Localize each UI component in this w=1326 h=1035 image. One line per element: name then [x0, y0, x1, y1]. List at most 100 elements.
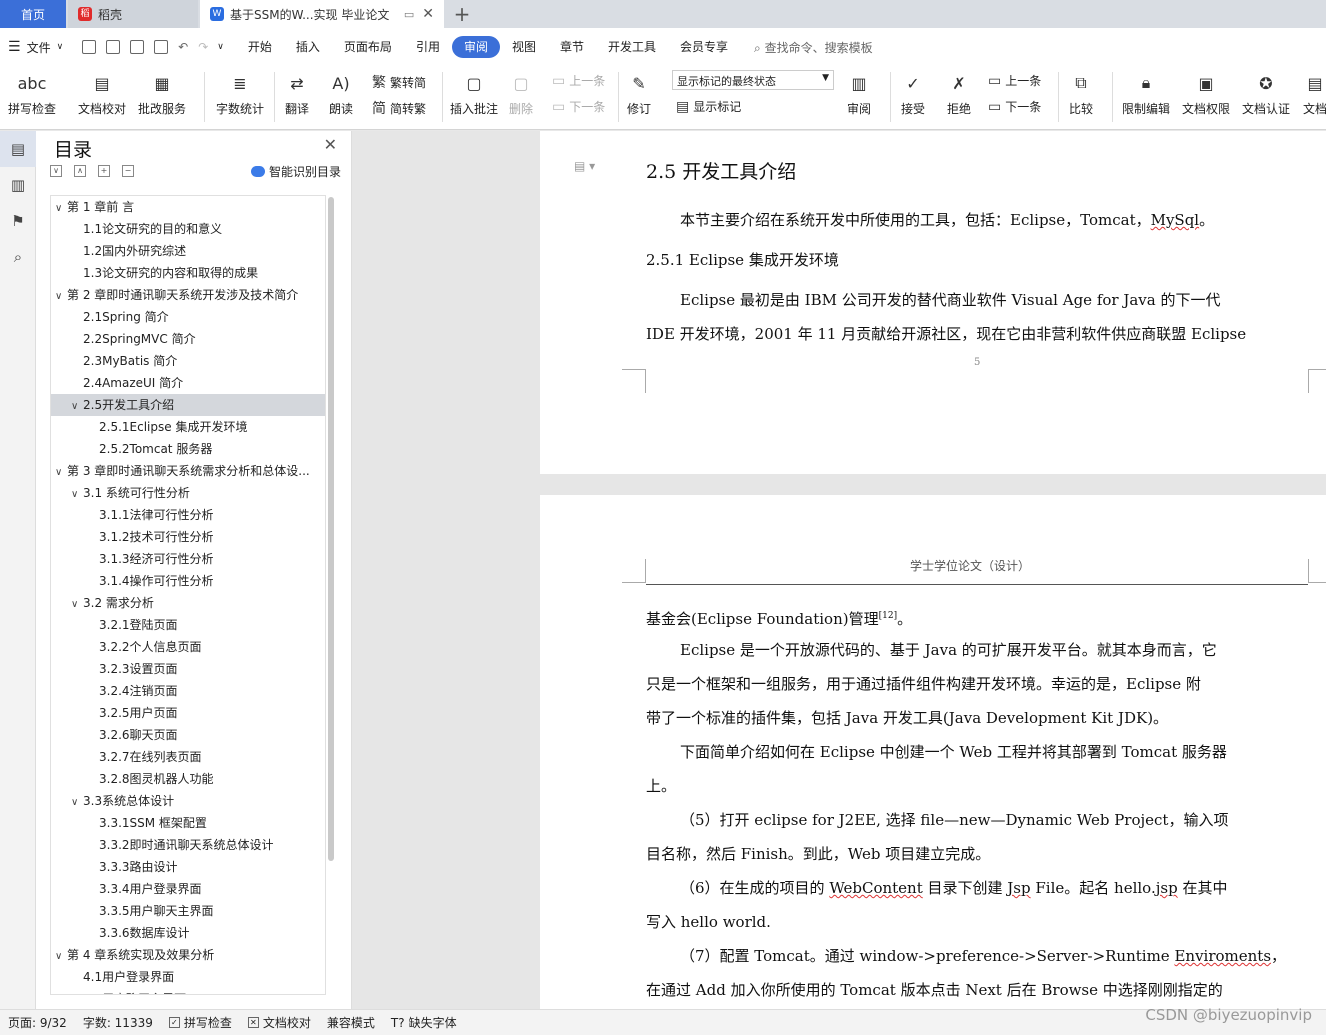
document-page[interactable]: 学士学位论文（设计） 基金会(Eclipse Foundation)管理[12]… — [540, 495, 1326, 1009]
menu-review[interactable]: 审阅 — [451, 36, 500, 58]
chevron-down-icon[interactable]: ∨ — [71, 594, 83, 614]
chevron-down-icon[interactable]: ∨ — [55, 198, 67, 218]
close-icon[interactable]: ✕ — [324, 135, 337, 154]
toc-item[interactable]: 2.4AmazeUI 简介 — [51, 372, 325, 394]
toc-scrollbar[interactable] — [328, 197, 334, 861]
document-page[interactable]: ▤ ▾ 2.5 开发工具介绍 本节主要介绍在系统开发中所使用的工具，包括：Ecl… — [540, 131, 1326, 474]
toc-item[interactable]: 3.2.2个人信息页面 — [51, 636, 325, 658]
restrict-edit-button[interactable]: 🔒︎ 限制编辑 — [1122, 70, 1170, 117]
redo-icon[interactable]: ↷ — [198, 40, 208, 54]
toc-item[interactable]: 3.1.4操作可行性分析 — [51, 570, 325, 592]
chevron-down-icon[interactable]: ∨ — [71, 990, 83, 994]
toc-item[interactable]: 1.3论文研究的内容和取得的成果 — [51, 262, 325, 284]
status-spell-check[interactable]: ✓ 拼写检查 — [161, 1014, 240, 1031]
word-count-indicator[interactable]: 字数: 11339 — [75, 1014, 161, 1031]
doc-permission-button[interactable]: ▣ 文档权限 — [1182, 70, 1230, 117]
translate-button[interactable]: ⇄ 翻译 — [284, 70, 310, 117]
doc-more-button[interactable]: ▤ 文档 — [1302, 70, 1326, 117]
delete-comment-button[interactable]: ▢ 删除 — [508, 70, 534, 117]
toc-item[interactable]: ∨ 3.3系统总体设计 — [51, 790, 325, 812]
tab-home[interactable]: 首页 — [0, 0, 66, 28]
menu-layout[interactable]: 页面布局 — [332, 36, 404, 58]
toc-item[interactable]: ∨ 第 1 章前 言 — [51, 196, 325, 218]
review-pane-button[interactable]: ▥ 审阅 — [846, 70, 872, 117]
print-icon[interactable] — [130, 40, 145, 54]
markup-state-select[interactable]: 显示标记的最终状态 ▼ — [672, 70, 834, 90]
status-doc-proof[interactable]: ✕ 文档校对 — [240, 1014, 319, 1031]
remove-heading-icon[interactable]: − — [122, 165, 134, 177]
compare-button[interactable]: ⧉ 比较 — [1068, 70, 1094, 117]
hamburger-icon[interactable]: ☰ — [8, 39, 21, 55]
toc-item[interactable]: 1.1论文研究的目的和意义 — [51, 218, 325, 240]
export-icon[interactable] — [106, 40, 121, 54]
missing-font[interactable]: T? 缺失字体 — [383, 1014, 465, 1031]
simp-to-trad-button[interactable]: 简简转繁 — [372, 98, 426, 118]
toc-item[interactable]: 4.1用户登录界面 — [51, 966, 325, 988]
quick-access-dropdown-icon[interactable]: ∨ — [217, 42, 224, 52]
toc-item[interactable]: 2.5.2Tomcat 服务器 — [51, 438, 325, 460]
tab-document[interactable]: W 基于SSM的W...实现 毕业论文 ▭ ✕ — [200, 0, 444, 28]
nav-pane-icon[interactable]: ▥ — [0, 167, 36, 203]
toc-item[interactable]: 2.1Spring 简介 — [51, 306, 325, 328]
toc-item[interactable]: 2.5.1Eclipse 集成开发环境 — [51, 416, 325, 438]
collapse-all-icon[interactable]: ∨ — [50, 165, 62, 177]
smart-toc-button[interactable]: 智能识别目录 — [250, 163, 341, 180]
menu-devtools[interactable]: 开发工具 — [596, 36, 668, 58]
toc-item[interactable]: 3.2.5用户页面 — [51, 702, 325, 724]
doc-proof-button[interactable]: ▤ 文档校对 — [78, 70, 126, 117]
toc-item[interactable]: 3.2.7在线列表页面 — [51, 746, 325, 768]
read-aloud-button[interactable]: A) 朗读 — [328, 70, 354, 117]
toc-item[interactable]: ∨ 3.1 系统可行性分析 — [51, 482, 325, 504]
command-search[interactable]: ⌕ 查找命令、搜索模板 — [754, 39, 873, 56]
menu-member[interactable]: 会员专享 — [668, 36, 740, 58]
toc-item[interactable]: 3.3.5用户聊天主界面 — [51, 900, 325, 922]
toc-item[interactable]: ∨ 3.2 需求分析 — [51, 592, 325, 614]
accept-button[interactable]: ✓ 接受 — [900, 70, 926, 117]
toc-item[interactable]: 3.2.3设置页面 — [51, 658, 325, 680]
toc-item[interactable]: 2.3MyBatis 简介 — [51, 350, 325, 372]
chevron-down-icon[interactable]: ∨ — [55, 462, 67, 482]
toc-item[interactable]: ∨ 第 2 章即时通讯聊天系统开发涉及技术简介 — [51, 284, 325, 306]
toc-item[interactable]: 2.2SpringMVC 简介 — [51, 328, 325, 350]
undo-icon[interactable]: ↶ — [178, 40, 188, 54]
bookmark-icon[interactable]: ⚑ — [0, 203, 36, 239]
toc-item[interactable]: 3.1.2技术可行性分析 — [51, 526, 325, 548]
menu-reference[interactable]: 引用 — [404, 36, 452, 58]
toc-item[interactable]: 3.2.4注销页面 — [51, 680, 325, 702]
close-tab-icon[interactable]: ✕ — [422, 6, 434, 22]
add-heading-icon[interactable]: + — [98, 165, 110, 177]
menu-view[interactable]: 视图 — [500, 36, 548, 58]
next-change-button[interactable]: ▭ 下一条 — [988, 98, 1041, 115]
toc-item[interactable]: 3.3.2即时通讯聊天系统总体设计 — [51, 834, 325, 856]
batch-service-button[interactable]: ▦ 批改服务 — [138, 70, 186, 117]
toc-item[interactable]: 3.2.8图灵机器人功能 — [51, 768, 325, 790]
toc-item[interactable]: 3.3.1SSM 框架配置 — [51, 812, 325, 834]
file-menu[interactable]: 文件 — [27, 39, 51, 56]
toc-item[interactable]: ∨ 第 3 章即时通讯聊天系统需求分析和总体设... — [51, 460, 325, 482]
toc-item[interactable]: ∨4.2用户聊天主界面 — [51, 988, 325, 994]
reject-button[interactable]: ✗ 拒绝 — [946, 70, 972, 117]
word-count-button[interactable]: ≣ 字数统计 — [216, 70, 264, 117]
pin-icon[interactable]: ▭ — [404, 8, 414, 21]
toc-item[interactable]: 3.3.3路由设计 — [51, 856, 325, 878]
toc-panel-icon[interactable]: ▤ — [0, 131, 36, 167]
toc-item[interactable]: 3.2.6聊天页面 — [51, 724, 325, 746]
menu-start[interactable]: 开始 — [236, 36, 284, 58]
chevron-down-icon[interactable]: ∨ — [55, 946, 67, 966]
toc-item[interactable]: 3.3.4用户登录界面 — [51, 878, 325, 900]
toc-item[interactable]: ∨ 第 4 章系统实现及效果分析 — [51, 944, 325, 966]
toc-item[interactable]: 3.3.6数据库设计 — [51, 922, 325, 944]
trad-to-simp-button[interactable]: 繁繁转简 — [372, 72, 426, 92]
new-tab-button[interactable]: + — [444, 0, 480, 28]
page-indicator[interactable]: 页面: 9/32 — [0, 1014, 75, 1031]
toc-item[interactable]: 3.2.1登陆页面 — [51, 614, 325, 636]
chevron-down-icon[interactable]: ∨ — [71, 484, 83, 504]
search-icon[interactable]: ⌕ — [0, 239, 36, 275]
revise-button[interactable]: ✎ 修订 — [626, 70, 652, 117]
menu-insert[interactable]: 插入 — [284, 36, 332, 58]
next-comment-button[interactable]: ▭ 下一条 — [552, 98, 605, 115]
prev-comment-button[interactable]: ▭ 上一条 — [552, 72, 605, 89]
chevron-down-icon[interactable]: ∨ — [57, 42, 64, 52]
toc-item[interactable]: 3.1.3经济可行性分析 — [51, 548, 325, 570]
show-marks-button[interactable]: ▤ 显示标记 — [676, 98, 741, 115]
